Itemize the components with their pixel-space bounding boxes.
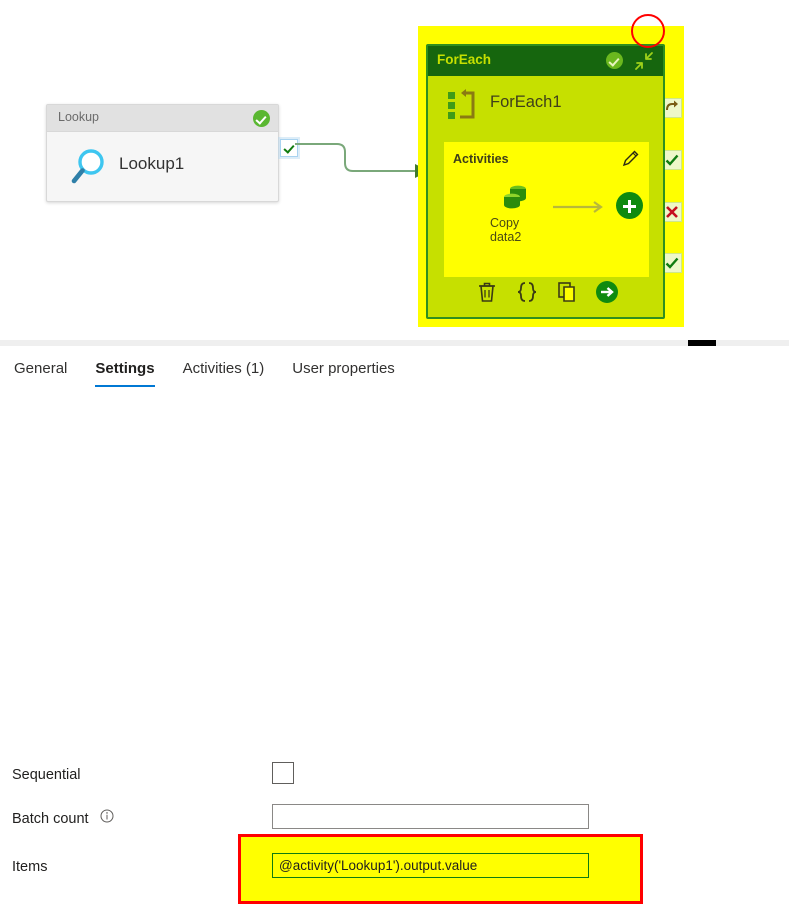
lookup-activity-card[interactable]: Lookup Lookup1 [46,104,279,202]
info-circle-icon[interactable] [100,809,114,823]
copy-data-icon [504,185,526,209]
edge-connector-success-2[interactable] [662,253,682,273]
copy-pages-icon[interactable] [554,279,580,305]
green-check-circle-icon [253,110,270,127]
copy-data-activity-label: Copy data2 [486,216,548,244]
properties-tab-bar: General Settings Activities (1) User pro… [0,356,409,392]
lookup-card-header-title: Lookup [58,110,100,124]
batch-count-field-label: Batch count [12,811,89,827]
foreach-card-header: ForEach [428,46,663,76]
foreach-loop-icon [448,89,475,119]
items-field-label: Items [12,859,48,875]
red-circle-annotation [631,14,665,48]
tab-activities[interactable]: Activities (1) [169,356,279,387]
copy-data-label-line1: Copy [490,216,520,230]
curly-braces-icon[interactable] [514,279,540,305]
tab-settings[interactable]: Settings [81,356,168,387]
canvas-horizontal-scrollbar[interactable] [0,336,789,348]
edge-connector-skip[interactable] [662,98,682,118]
foreach-activities-panel[interactable]: Activities Copy data2 [444,142,649,277]
copy-data-activity-node[interactable]: Copy data2 [486,184,548,244]
scrollbar-thumb[interactable] [688,340,716,346]
edge-connector-failure[interactable] [662,202,682,222]
scrollbar-track[interactable] [0,340,789,346]
skip-arrow-icon [666,100,678,111]
foreach-card-header-title: ForEach [437,52,492,67]
add-activity-button[interactable] [616,192,643,219]
check-icon [665,257,679,269]
foreach-card-toolbar [428,275,663,311]
magnifier-icon [71,149,104,184]
pencil-icon[interactable] [621,148,641,168]
foreach-activity-name: ForEach1 [490,93,562,111]
green-check-circle-icon [606,52,623,69]
collapse-diagonal-arrows-icon[interactable] [633,50,655,72]
lookup-activity-name: Lookup1 [119,154,185,173]
foreach-title-row: ForEach1 [428,82,663,130]
foreach-activity-card[interactable]: ForEach ForEach1 Activities Copy data2 [426,44,665,319]
tab-general[interactable]: General [0,356,81,387]
pipeline-canvas[interactable]: Lookup Lookup1 ForEach ForEach1 Activiti… [0,0,789,336]
items-input[interactable] [272,853,589,878]
lookup-card-header: Lookup [47,105,278,132]
lookup-card-body: Lookup1 [47,132,278,202]
connector-line [295,143,429,178]
sequential-checkbox[interactable] [272,762,294,784]
batch-count-input[interactable] [272,804,589,829]
trash-icon[interactable] [474,279,500,305]
sequential-field-label: Sequential [12,767,81,783]
copy-data-label-line2: data2 [490,230,522,244]
activity-properties-panel: General Settings Activities (1) User pro… [0,348,789,904]
arrow-right-icon [553,201,603,213]
check-icon [665,154,679,166]
edge-connector-success-1[interactable] [662,150,682,170]
activities-section-label: Activities [453,152,509,166]
red-x-icon [666,206,678,218]
arrow-right-circle-icon[interactable] [594,279,620,305]
tab-user-properties[interactable]: User properties [278,356,409,387]
